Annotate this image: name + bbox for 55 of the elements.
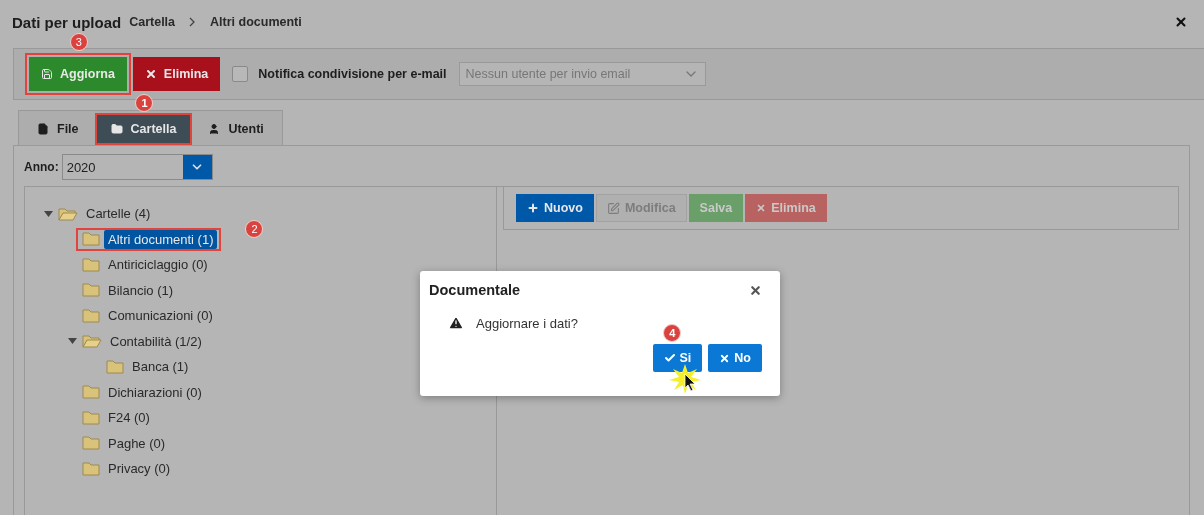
warning-icon: [448, 315, 464, 331]
user-icon: [208, 123, 221, 135]
expanded-caret-icon[interactable]: [68, 338, 77, 345]
edit-icon: [606, 201, 620, 215]
open-folder-icon: [82, 334, 102, 349]
step-badge: 2: [245, 219, 264, 238]
tree-item[interactable]: F24 (0): [104, 408, 154, 428]
expanded-caret-icon[interactable]: [44, 210, 53, 217]
tree-item[interactable]: Dichiarazioni (0): [104, 382, 206, 402]
tree-item[interactable]: Privacy (0): [104, 459, 175, 479]
breadcrumb-item[interactable]: Altri documenti: [210, 15, 302, 29]
tree-item[interactable]: Banca (1): [128, 357, 193, 377]
check-icon: [663, 352, 676, 364]
cross-icon: [756, 203, 767, 213]
tree-item[interactable]: Paghe (0): [104, 433, 170, 453]
folder-icon: [82, 308, 100, 323]
folder-icon: [82, 436, 100, 451]
year-label: Anno:: [24, 160, 59, 174]
tab[interactable]: File: [21, 113, 95, 145]
open-folder-icon: [58, 206, 78, 221]
new-button[interactable]: Nuovo: [516, 194, 594, 222]
folder-icon: [106, 359, 124, 374]
tree-item[interactable]: Altri documenti (1): [104, 229, 218, 249]
folder-icon: [82, 232, 100, 247]
year-select[interactable]: 2020: [61, 154, 213, 180]
tree-item[interactable]: Bilancio (1): [104, 280, 178, 300]
step-badge: 3: [69, 33, 88, 51]
window-title: Dati per upload: [12, 13, 122, 31]
step-badge: 4: [663, 324, 682, 342]
breadcrumb-item[interactable]: Cartella: [129, 15, 176, 29]
cross-icon: [144, 68, 157, 80]
file-icon: [37, 123, 49, 135]
chevron-icon: [189, 16, 197, 27]
folder-icon: [110, 123, 123, 135]
dialog-message: Aggiornare i dati?: [476, 315, 578, 331]
folder-icon: [82, 385, 100, 400]
folder-icon: [82, 410, 100, 425]
plus-icon: [527, 202, 539, 214]
checkbox-label: Notifica condivisione per e-mail: [258, 67, 447, 81]
close-button[interactable]: [1174, 15, 1188, 29]
update-button[interactable]: Aggiorna: [29, 57, 127, 91]
dialog-title: Documentale: [429, 282, 521, 298]
tree-item[interactable]: Cartelle (4): [82, 204, 155, 224]
no-button[interactable]: No: [708, 344, 762, 372]
tree-item[interactable]: Contabilità (1/2): [106, 331, 206, 351]
folder-icon: [82, 257, 100, 272]
folder-icon: [82, 461, 100, 476]
close-button[interactable]: [749, 283, 762, 297]
tree-item[interactable]: Antiriciclaggio (0): [104, 255, 212, 275]
cross-icon: [719, 352, 731, 364]
tab[interactable]: Utenti: [192, 113, 280, 145]
folder-icon: [82, 283, 100, 298]
delete-button[interactable]: Elimina: [132, 57, 221, 91]
tree-item[interactable]: Comunicazioni (0): [104, 306, 217, 326]
checkbox[interactable]: [232, 66, 249, 82]
